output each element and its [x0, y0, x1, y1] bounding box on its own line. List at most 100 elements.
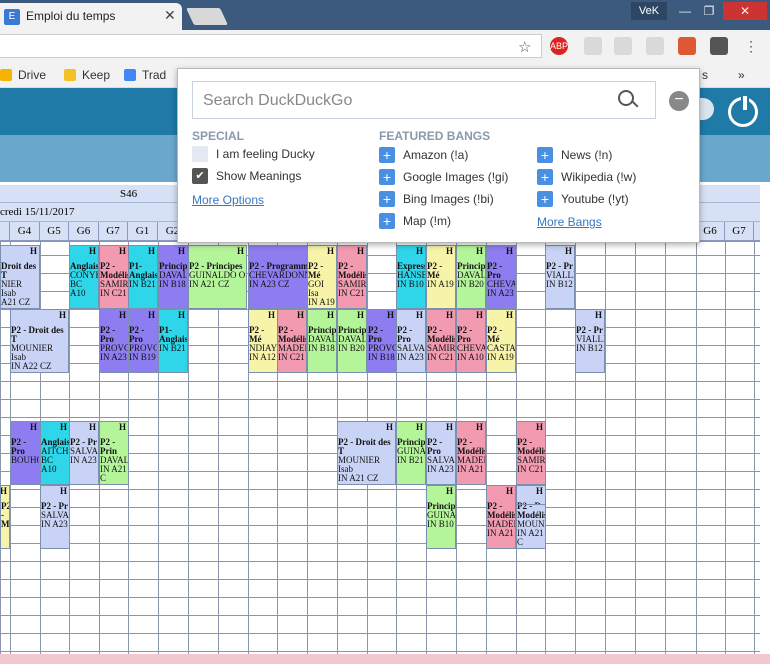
course-event[interactable]: H P2 - Droit des T MOUNIER Isab IN A22 CZ [10, 309, 69, 373]
course-event[interactable]: HP2 - PrSALVAIN A23 [69, 421, 99, 485]
bang-amazon[interactable]: Amazon (!a) [403, 148, 468, 162]
adblock-plus-icon[interactable]: ABP [550, 37, 568, 55]
tab-close-icon[interactable]: ✕ [164, 7, 176, 24]
course-event[interactable]: H P2 - Dr [516, 485, 546, 505]
add-bang-icon[interactable]: + [379, 213, 395, 229]
hour-marker: H [147, 310, 155, 320]
bookmark-drive[interactable]: Drive [0, 68, 46, 82]
power-icon[interactable] [728, 94, 758, 127]
add-bang-icon[interactable]: + [537, 191, 553, 207]
course-event[interactable]: H P2 - Droit des T MOUNIER Isab IN A21 CZ [337, 421, 396, 485]
course-event[interactable]: H P2 - Modélis SAMIR IN C21 [516, 421, 546, 485]
course-event[interactable]: H P2 - Modélis SAMIR IN C21 [337, 245, 367, 309]
bang-wikipedia[interactable]: Wikipedia (!w) [561, 170, 636, 184]
course-event[interactable]: H P2 - Prin DAVAL IN A21 C [99, 421, 129, 485]
extension-icon[interactable] [584, 37, 602, 55]
bang-map[interactable]: Map (!m) [403, 214, 451, 228]
browser-tab[interactable]: E Emploi du temps ✕ [0, 3, 182, 30]
course-event[interactable]: H Princip DAVAL IN B20 [337, 309, 367, 373]
search-input[interactable]: Search DuckDuckGo [192, 81, 656, 119]
course-event[interactable]: HP2 - MéNDIAYEIN A12 [248, 309, 278, 373]
course-event[interactable]: H P2 - Modélis [0, 485, 10, 549]
course-event[interactable]: H Princip DAVAL IN B18 [307, 309, 337, 373]
course-event[interactable]: H Express HANSE IN B10 [396, 245, 426, 309]
course-event[interactable]: H Anglais AITCH BC A10 [40, 421, 70, 485]
course-event[interactable]: H P1- Anglais IN B21 [128, 245, 158, 309]
course-event[interactable]: H P2 - Mé CASTA IN A19 [486, 309, 516, 373]
avatar[interactable] [700, 98, 714, 120]
bang-youtube[interactable]: Youtube (!yt) [561, 192, 629, 206]
feeling-ducky-checkbox[interactable] [192, 146, 208, 162]
hour-marker: H [475, 310, 483, 320]
course-event[interactable]: H P1- Anglais IN B21 [158, 309, 188, 373]
course-event[interactable]: H P2 - Pro PROVO IN B18 [367, 309, 397, 373]
add-bang-icon[interactable]: + [379, 169, 395, 185]
course-event[interactable]: HPrincipeDAVALIN B18 [158, 245, 188, 309]
course-event[interactable]: H P2 - Pro SALVA IN A23 [396, 309, 426, 373]
show-meanings-checkbox[interactable]: ✔ [192, 168, 208, 184]
course-event[interactable]: H P2 - Pro CHEVA IN A10 [456, 309, 486, 373]
bookmark-partial[interactable]: s [702, 68, 708, 82]
course-event[interactable]: H P2 - Modélis SAMIR IN C21 [426, 309, 456, 373]
event-teacher: MOUNIER Isab [11, 343, 53, 362]
minimize-icon[interactable]: — [673, 2, 697, 20]
course-event[interactable]: H Anglais CONYB BC A10 [69, 245, 99, 309]
show-meanings-label[interactable]: Show Meanings [216, 169, 301, 183]
course-event[interactable]: H P2 - Principes GUINALDO O IN A21 CZ [188, 245, 247, 309]
menu-icon[interactable]: ⋮ [742, 37, 760, 55]
bang-news[interactable]: News (!n) [561, 148, 612, 162]
course-event[interactable]: H P2 - Modélis MADEI IN C21 [277, 309, 307, 373]
event-title: P2 - Pro [100, 325, 116, 344]
new-tab-button[interactable] [186, 8, 228, 25]
course-event[interactable]: H P2 - Pro PROVO IN A23 [99, 309, 129, 373]
event-room: IN B21 [397, 455, 424, 465]
bookmark-star-icon[interactable]: ☆ [518, 38, 531, 56]
course-event[interactable]: H Princip GUINA IN B10 [426, 485, 456, 549]
hour-marker: H [29, 422, 37, 432]
keep-icon [64, 69, 76, 81]
course-event[interactable]: H P2 - Pro SALVA IN A23 [426, 421, 456, 485]
course-event[interactable]: H P2 - Modélis SAMIR IN C21 [99, 245, 129, 309]
event-title: P2 - Pro [487, 261, 503, 280]
extension-icon[interactable] [646, 37, 664, 55]
course-event[interactable]: H P2 - Modélis MADEI IN A21 [456, 421, 486, 485]
course-event[interactable]: H P2 - Pro PROVO IN B19 [128, 309, 158, 373]
course-event[interactable]: HP2 - PrSALVAIN A23 [40, 485, 70, 549]
collapse-icon[interactable]: − [669, 91, 689, 111]
more-options-link[interactable]: More Options [192, 193, 264, 207]
course-event[interactable]: H Droit des T NIER Isab A21 CZ [0, 245, 40, 309]
more-bangs-link[interactable]: More Bangs [537, 215, 602, 229]
close-window-icon[interactable]: ✕ [723, 2, 767, 20]
hour-marker: H [147, 246, 155, 256]
course-event[interactable]: H Princip GUINA IN B21 [396, 421, 426, 485]
event-room: IN A23 [70, 455, 97, 465]
event-title: P2 - Pro [11, 437, 27, 456]
course-event[interactable]: H P2 - Pro BOUHO [10, 421, 40, 485]
search-icon[interactable] [618, 90, 634, 106]
course-event[interactable]: H P2 - Modélis MADEI IN A21 [486, 485, 516, 549]
feeling-ducky-label[interactable]: I am feeling Ducky [216, 147, 315, 161]
add-bang-icon[interactable]: + [537, 169, 553, 185]
course-event[interactable]: H P2 - Pro CHEVA IN A23 [486, 245, 516, 309]
timetable-grid: S46 credi 15/11/2017 G4 G5 G6 G7 G1 G2 G… [0, 182, 770, 654]
course-event[interactable]: H P2 - Mé IN A19 [426, 245, 456, 309]
course-event[interactable]: HP2 - PrVIALLEIN B12 [545, 245, 575, 309]
add-bang-icon[interactable]: + [537, 147, 553, 163]
maximize-icon[interactable]: ❐ [697, 2, 721, 20]
add-bang-icon[interactable]: + [379, 191, 395, 207]
course-event[interactable]: H Princip DAVAL IN B20 [456, 245, 486, 309]
add-bang-icon[interactable]: + [379, 147, 395, 163]
bookmark-keep[interactable]: Keep [64, 68, 110, 82]
extension-icon[interactable] [614, 37, 632, 55]
extension-icon[interactable] [710, 37, 728, 55]
profile-button[interactable]: VeK [631, 2, 667, 20]
duckduckgo-icon[interactable] [678, 37, 696, 55]
translate-icon [124, 69, 136, 81]
bang-google-images[interactable]: Google Images (!gi) [403, 170, 508, 184]
bookmarks-overflow-icon[interactable]: » [738, 68, 745, 82]
course-event[interactable]: HP2 - PrVIALLEIN B12 [575, 309, 605, 373]
bookmark-trad[interactable]: Trad [124, 68, 166, 82]
address-bar[interactable]: ☆ [0, 34, 542, 58]
bang-bing-images[interactable]: Bing Images (!bi) [403, 192, 494, 206]
course-event[interactable]: H P2 - Mé GOI Isa IN A19 [307, 245, 337, 309]
